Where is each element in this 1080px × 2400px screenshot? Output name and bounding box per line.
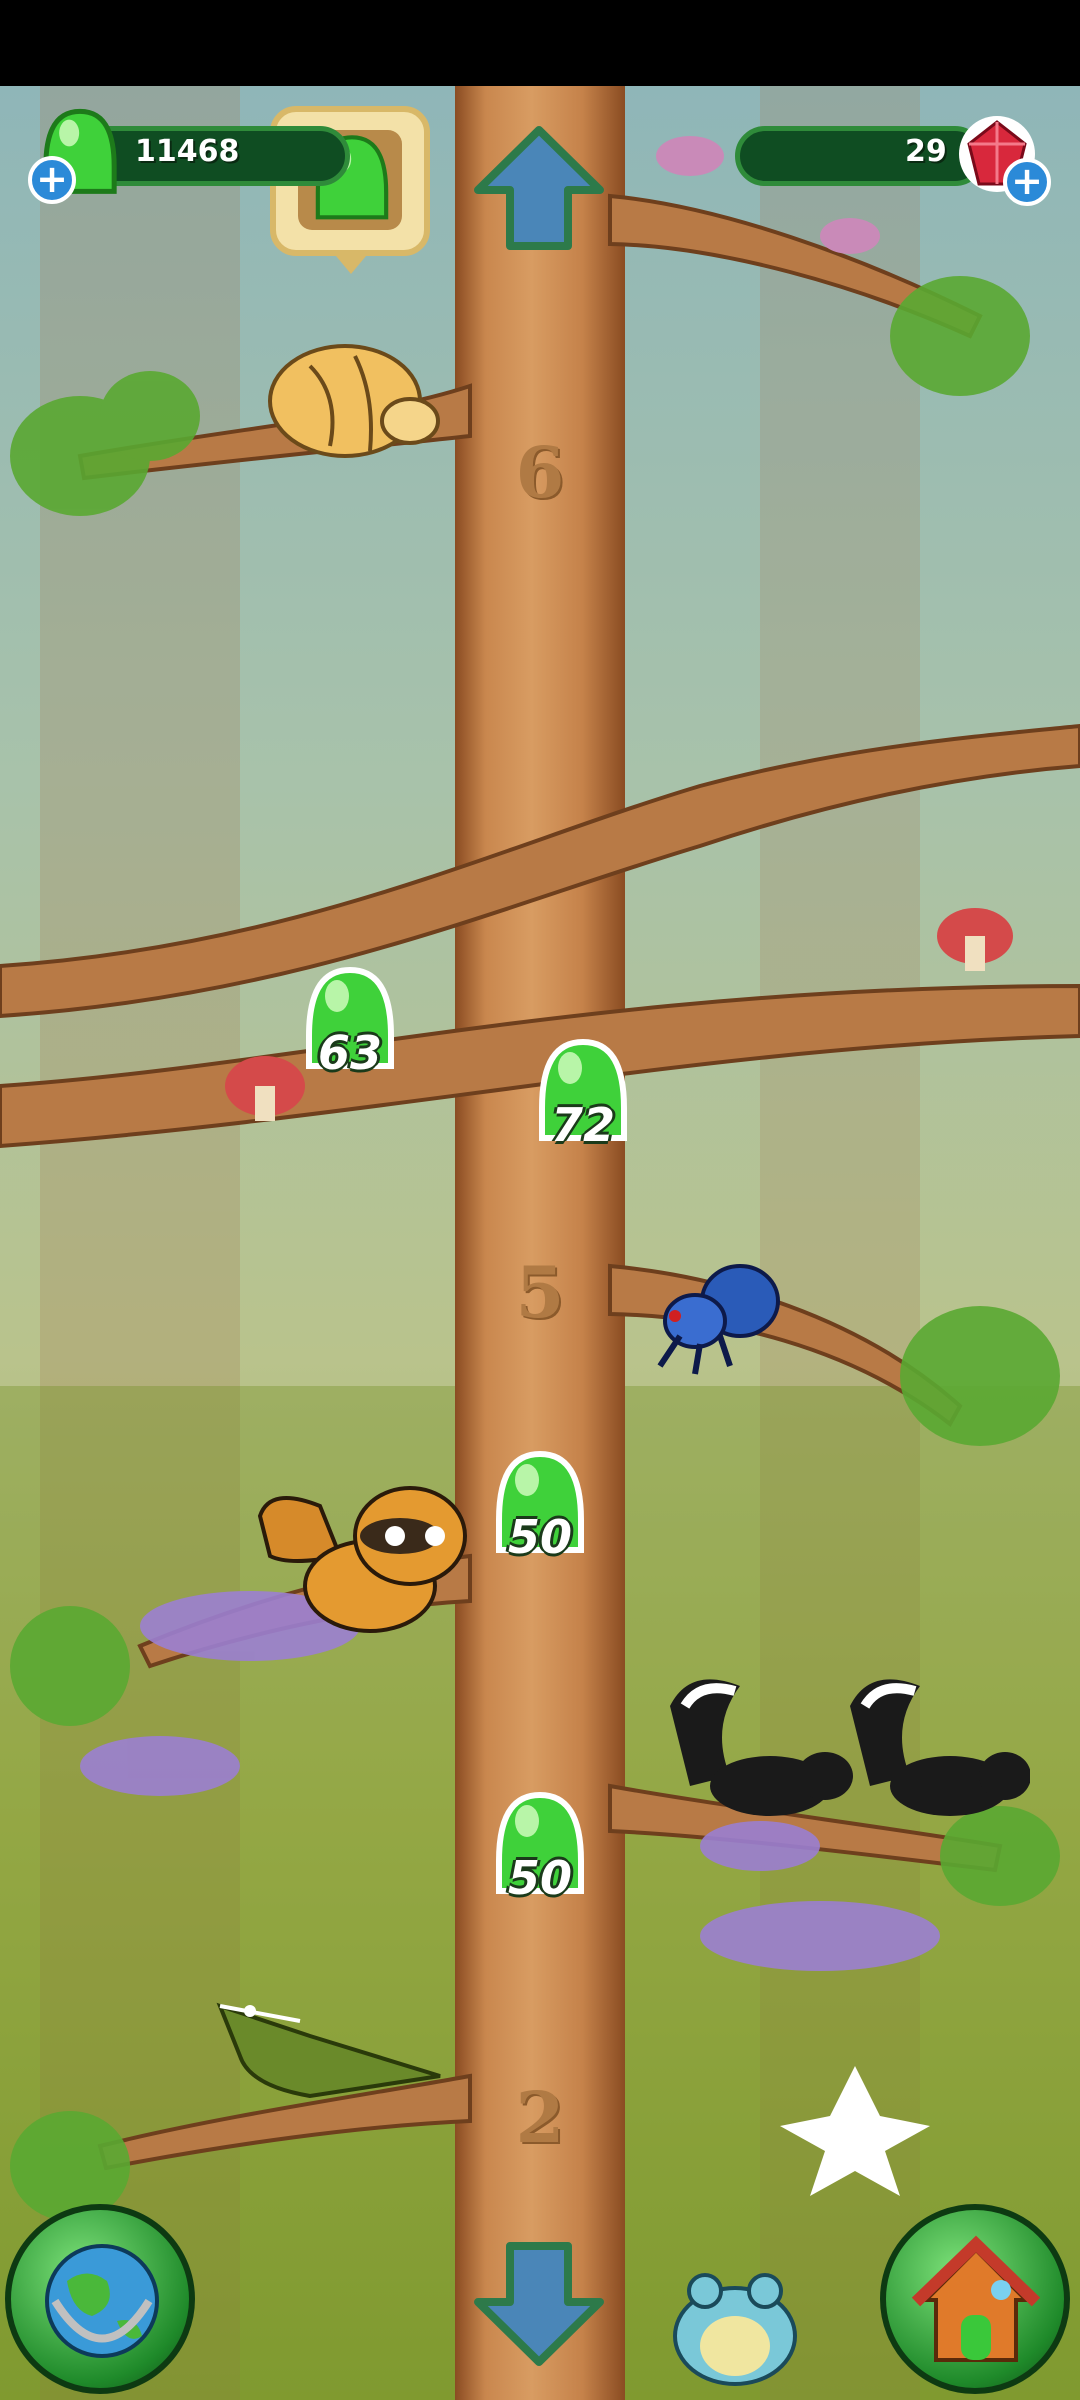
game-scene: 6 5 2 63 72 50 50 11468 + 29 + (0, 86, 1080, 2400)
armadillo-sleeping (268, 344, 440, 458)
add-gem-button[interactable]: + (1003, 158, 1051, 206)
world-map-button[interactable] (5, 2204, 195, 2394)
crocodile (216, 2002, 441, 2099)
arrow-up-icon[interactable] (472, 124, 607, 254)
raccoon (257, 1486, 467, 1633)
gem-counter: 29 + (735, 116, 1055, 206)
goo-counter: 11468 + (28, 108, 350, 204)
arrow-down-icon[interactable] (472, 2238, 607, 2368)
goo-drop-count: 50 (507, 1510, 572, 1564)
goo-drop-count: 50 (507, 1851, 572, 1905)
blue-frog (673, 2273, 797, 2386)
add-goo-button[interactable]: + (28, 156, 76, 204)
home-button[interactable] (880, 2204, 1070, 2394)
skunks (670, 1679, 1030, 1816)
goo-drop-count: 72 (550, 1098, 615, 1152)
globe-icon (45, 2244, 159, 2358)
goo-drop[interactable]: 50 (495, 1791, 585, 1905)
goo-drop[interactable]: 63 (305, 966, 395, 1080)
level-number: 5 (515, 1251, 565, 1334)
goo-drop[interactable]: 72 (538, 1038, 628, 1152)
gem-counter-value: 29 (905, 134, 947, 169)
status-bar (0, 0, 1080, 86)
house-icon (911, 2235, 1041, 2362)
level-number: 6 (515, 431, 565, 514)
goo-drop[interactable]: 50 (495, 1450, 585, 1564)
level-number: 2 (515, 2076, 565, 2159)
gem-counter-bar (735, 126, 985, 186)
goo-counter-value: 11468 (135, 134, 240, 169)
blue-spider (657, 1264, 780, 1375)
goo-drop-count: 63 (317, 1026, 382, 1080)
